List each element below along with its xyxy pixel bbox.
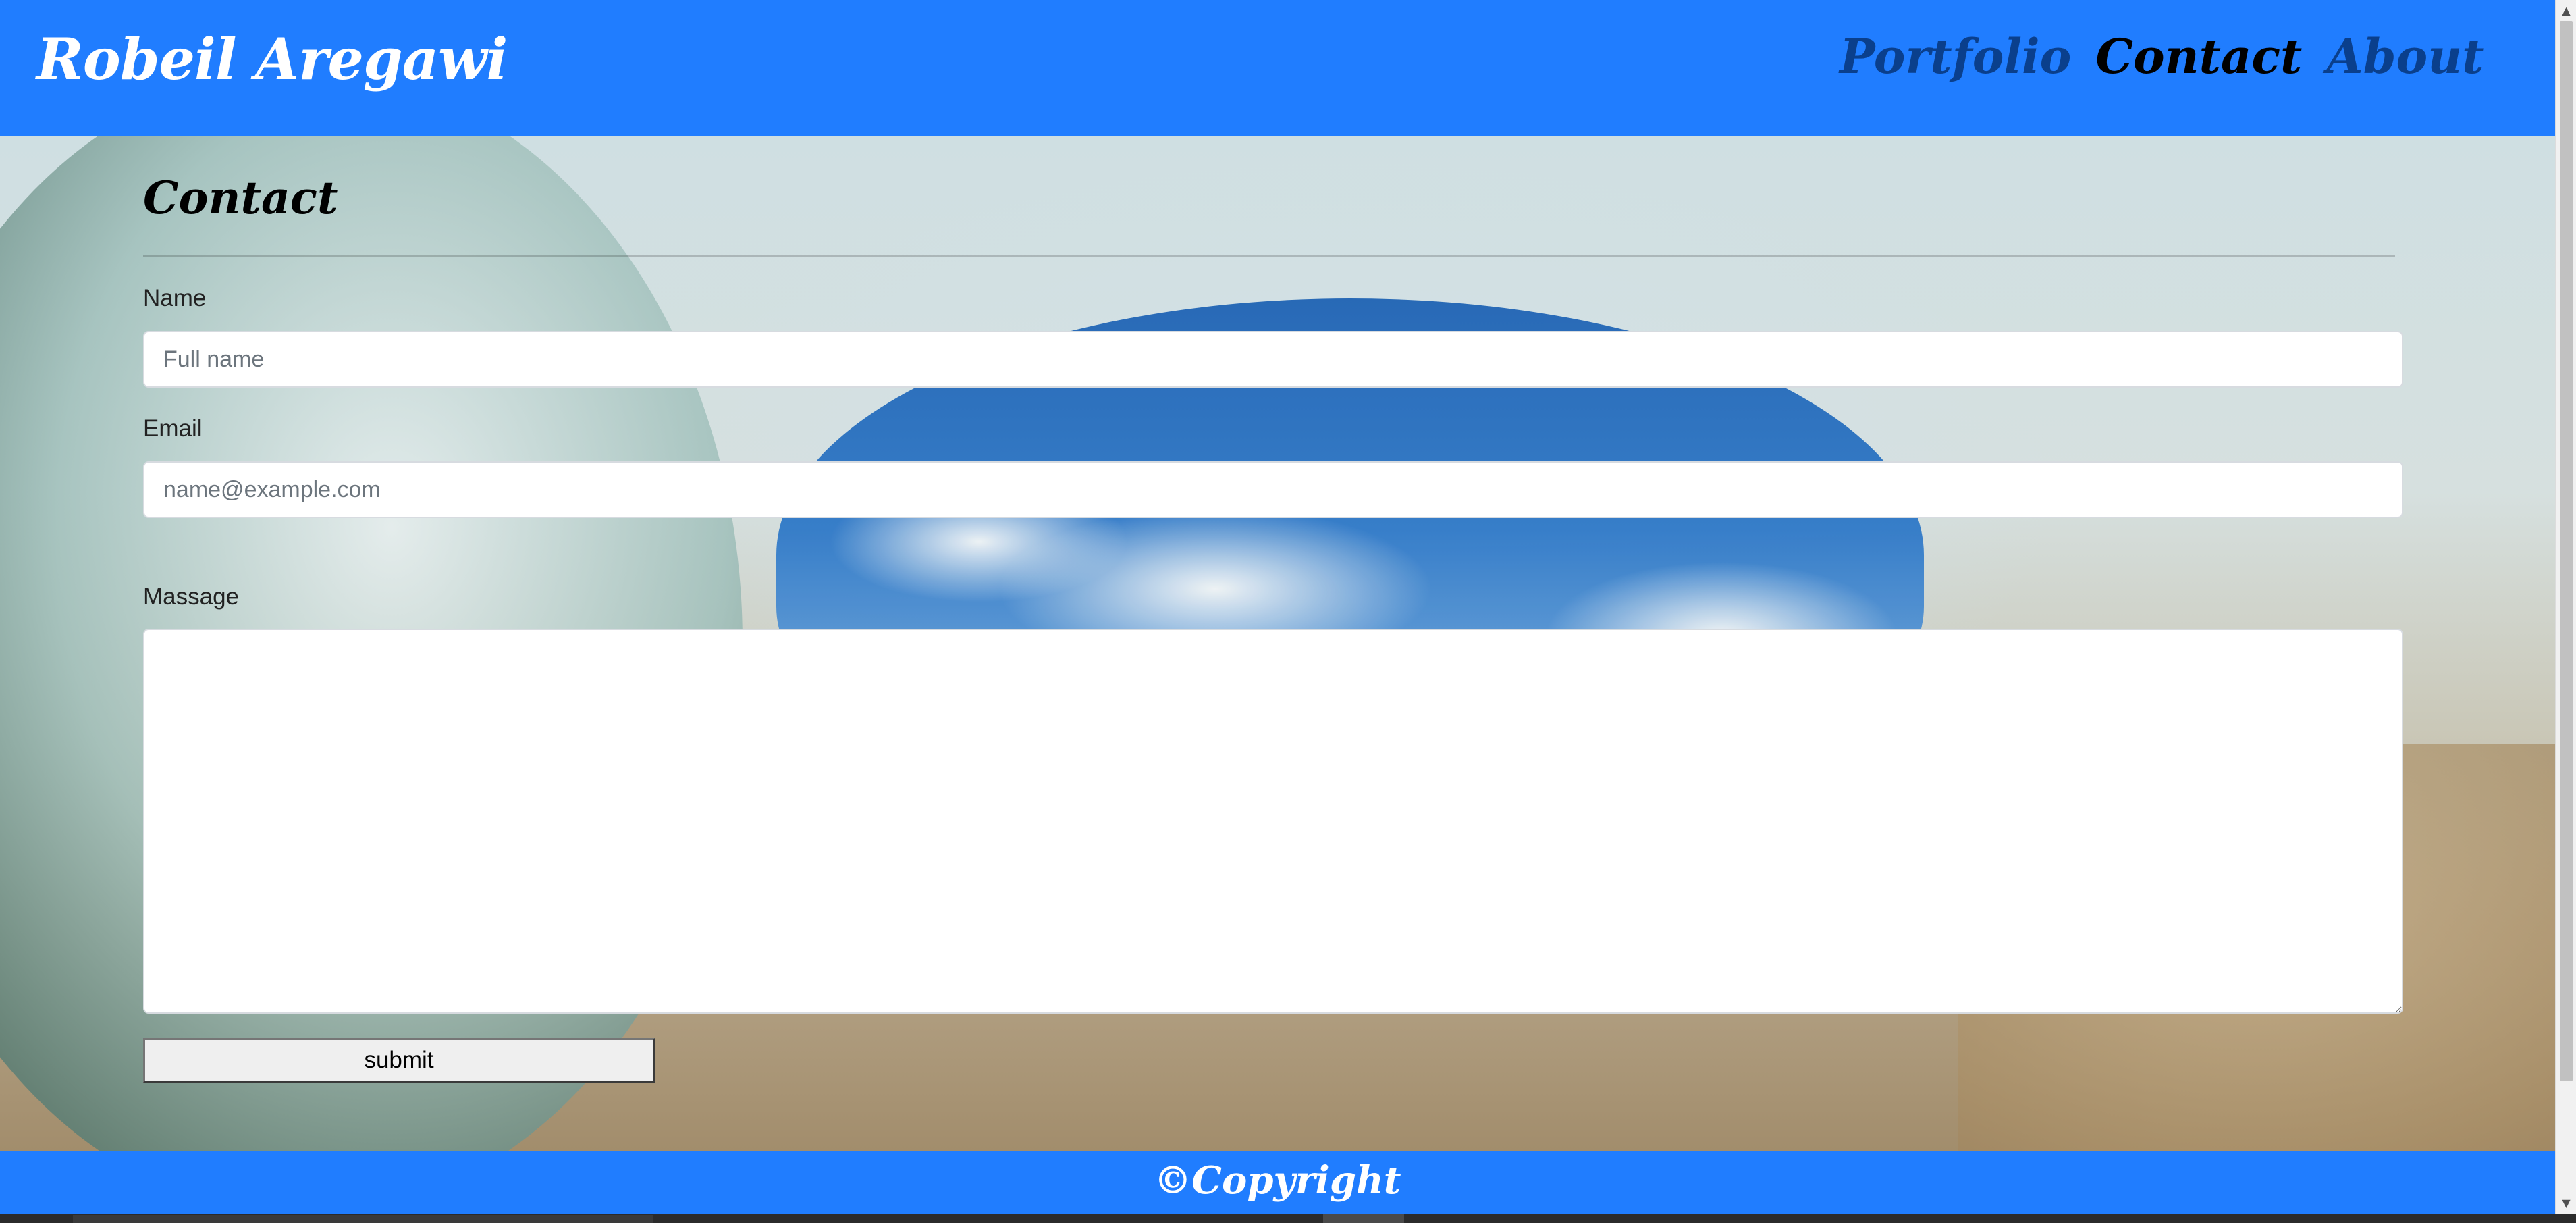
nav-portfolio[interactable]: Portfolio: [1840, 28, 2071, 84]
email-input[interactable]: [143, 461, 2403, 518]
nav-about[interactable]: About: [2326, 28, 2484, 84]
email-label: Email: [143, 415, 203, 442]
site-header: Robeil Aregawi Portfolio Contact About: [0, 0, 2555, 136]
taskbar-strip: [0, 1214, 2576, 1223]
divider: [143, 255, 2395, 257]
site-footer: ©Copyright: [0, 1151, 2555, 1214]
name-input[interactable]: [143, 331, 2403, 388]
message-label: Massage: [143, 583, 240, 610]
chevron-down-icon[interactable]: ▼: [2556, 1193, 2576, 1214]
scrollbar-thumb[interactable]: [2560, 21, 2573, 1081]
copyright-text: ©Copyright: [1154, 1158, 1401, 1203]
vertical-scrollbar[interactable]: ▲ ▼: [2555, 0, 2576, 1214]
chevron-up-icon[interactable]: ▲: [2556, 0, 2576, 21]
page: Robeil Aregawi Portfolio Contact About C…: [0, 0, 2576, 1223]
submit-button[interactable]: submit: [143, 1038, 655, 1083]
name-label: Name: [143, 285, 207, 311]
message-textarea[interactable]: [143, 629, 2403, 1014]
nav-contact[interactable]: Contact: [2095, 28, 2302, 84]
taskbar-segment: [1323, 1214, 1404, 1223]
taskbar-segment: [73, 1215, 653, 1223]
page-title: Contact: [143, 172, 338, 224]
site-brand[interactable]: Robeil Aregawi: [36, 26, 508, 93]
main-nav: Portfolio Contact About: [1840, 28, 2484, 84]
